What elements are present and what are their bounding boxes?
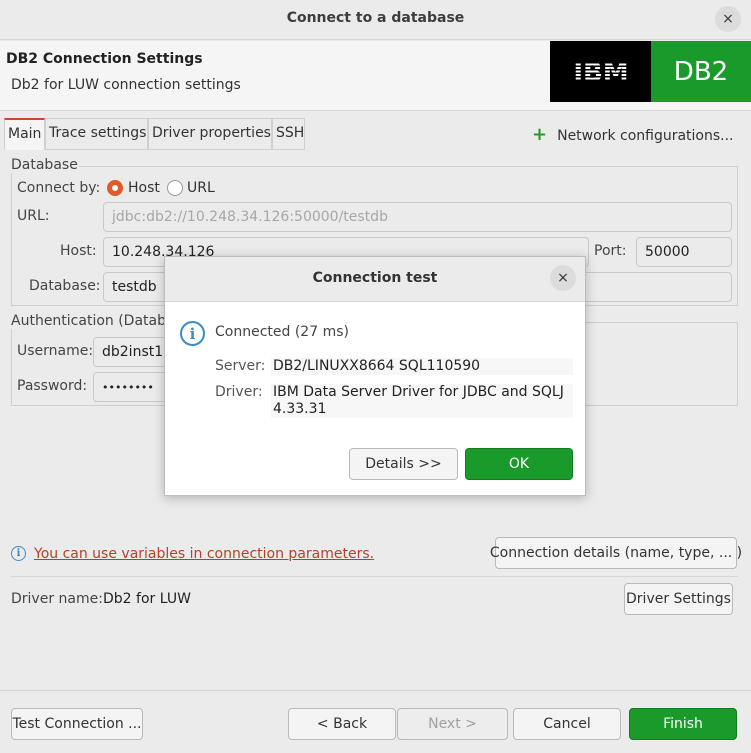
dialog-close-icon[interactable]: × — [550, 265, 576, 291]
info-icon: i — [11, 546, 26, 561]
driver-value-line2: 4.33.31 — [271, 401, 573, 418]
host-label: Host: — [60, 243, 97, 259]
finish-button[interactable]: Finish — [629, 708, 737, 740]
tab-main[interactable]: Main — [4, 118, 45, 150]
db2-logo-text: DB2 — [673, 56, 729, 87]
url-label: URL: — [17, 208, 50, 224]
info-icon: i — [180, 321, 205, 346]
network-configurations-label: Network configurations... — [557, 128, 734, 144]
db2-logo: DB2 — [651, 41, 751, 102]
url-field[interactable]: jdbc:db2://10.248.34.126:50000/testdb — [103, 202, 732, 232]
test-connection-button[interactable]: Test Connection ... — [11, 708, 143, 740]
tab-trace-settings[interactable]: Trace settings — [45, 118, 148, 150]
connection-test-dialog: Connection test × i Connected (27 ms) Se… — [164, 256, 586, 496]
url-radio-label[interactable]: URL — [187, 180, 215, 196]
footer-divider — [0, 690, 751, 691]
variables-link[interactable]: You can use variables in connection para… — [34, 546, 374, 562]
back-button[interactable]: < Back — [288, 708, 396, 740]
driver-settings-button[interactable]: Driver Settings — [624, 583, 733, 615]
window-close-icon[interactable]: × — [715, 6, 741, 32]
header-title: DB2 Connection Settings — [6, 51, 203, 67]
authentication-group-title: Authentication (Databa — [10, 313, 176, 329]
server-value: DB2/LINUXX8664 SQL110590 — [271, 358, 573, 375]
cancel-button[interactable]: Cancel — [513, 708, 621, 740]
dialog-header: Connection test × — [165, 257, 585, 302]
variables-link-text[interactable]: You can use variables in connection para… — [34, 546, 374, 562]
header-subtitle: Db2 for LUW connection settings — [11, 77, 241, 93]
details-button[interactable]: Details >> — [349, 448, 458, 480]
tab-ssh[interactable]: SSH — [272, 118, 305, 150]
connection-status: Connected (27 ms) — [215, 324, 349, 340]
dialog-title: Connection test — [312, 270, 438, 286]
settings-header: DB2 Connection Settings Db2 for LUW conn… — [0, 41, 751, 111]
port-label: Port: — [594, 243, 627, 259]
url-radio[interactable] — [167, 180, 183, 196]
username-label: Username: — [17, 343, 94, 359]
ok-button[interactable]: OK — [465, 448, 573, 480]
window-title: Connect to a database — [286, 10, 465, 26]
host-radio[interactable] — [107, 180, 123, 196]
tab-driver-properties[interactable]: Driver properties — [148, 118, 272, 150]
server-label: Server: — [215, 358, 266, 374]
network-configurations-link[interactable]: + Network configurations... — [532, 124, 734, 145]
password-label: Password: — [17, 378, 88, 394]
driver-name-label: Driver name: — [11, 591, 103, 607]
next-button[interactable]: Next > — [397, 708, 508, 740]
port-field[interactable]: 50000 — [636, 237, 732, 267]
window-titlebar: Connect to a database × — [0, 0, 751, 40]
driver-label: Driver: — [215, 384, 263, 400]
connection-details-button[interactable]: Connection details (name, type, ... ) — [490, 537, 742, 569]
plus-icon: + — [532, 124, 548, 145]
driver-name-value: Db2 for LUW — [103, 591, 191, 607]
ibm-logo: IBM — [550, 41, 651, 102]
database-label: Database: — [29, 278, 101, 294]
driver-value-line1: IBM Data Server Driver for JDBC and SQLJ — [271, 384, 573, 401]
connect-by-label: Connect by: — [17, 180, 101, 196]
database-group-title: Database — [10, 157, 79, 173]
host-radio-label[interactable]: Host — [128, 180, 160, 196]
divider — [11, 576, 738, 577]
